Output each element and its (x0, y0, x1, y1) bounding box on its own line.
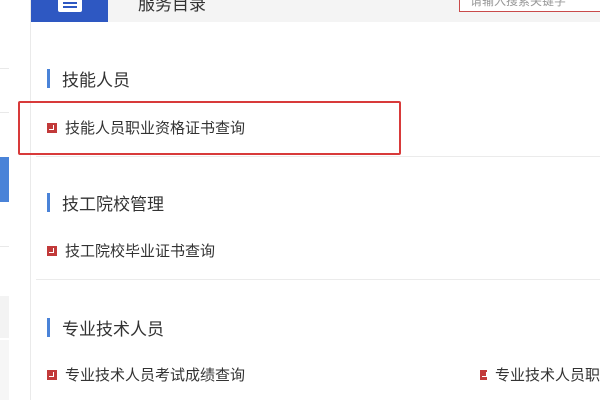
section-header: 技能人员 (47, 66, 130, 91)
arrow-bullet-icon (47, 245, 57, 256)
arrow-bullet-icon (47, 369, 57, 380)
link-skill-certificate-query[interactable]: 技能人员职业资格证书查询 (47, 117, 245, 138)
arrow-bullet-icon (480, 369, 487, 380)
link-professional-title-query[interactable]: 专业技术人员职 (480, 364, 600, 385)
section-title: 专业技术人员 (62, 320, 164, 340)
sidebar-item[interactable] (0, 340, 9, 400)
section-title: 技能人员 (62, 71, 130, 91)
content-divider (30, 0, 31, 400)
link-graduation-certificate-query[interactable]: 技工院校毕业证书查询 (47, 240, 215, 261)
menu-button[interactable] (31, 0, 108, 22)
sidebar-divider (0, 68, 9, 69)
page-title: 服务目录 (138, 0, 206, 15)
link-exam-score-query[interactable]: 专业技术人员考试成绩查询 (47, 364, 245, 385)
sidebar-divider (0, 246, 9, 247)
section-divider (36, 156, 600, 157)
link-label: 专业技术人员职 (494, 366, 600, 384)
section-header: 专业技术人员 (47, 315, 164, 340)
left-sidebar (0, 0, 9, 400)
section-marker (47, 193, 50, 212)
section-divider (36, 279, 600, 280)
header-bar: 服务目录 (31, 0, 600, 22)
link-label: 技工院校毕业证书查询 (65, 242, 216, 260)
section-header: 技工院校管理 (47, 190, 164, 215)
arrow-bullet-icon (47, 122, 57, 133)
link-label: 专业技术人员考试成绩查询 (65, 366, 246, 384)
section-marker (47, 69, 50, 88)
sidebar-divider (0, 112, 9, 113)
hamburger-icon (57, 0, 82, 12)
section-title: 技工院校管理 (62, 195, 164, 215)
section-marker (47, 318, 50, 337)
search-input[interactable] (460, 0, 600, 12)
sidebar-active-item[interactable] (0, 157, 9, 202)
sidebar-item[interactable] (0, 296, 9, 338)
link-label: 技能人员职业资格证书查询 (65, 119, 246, 137)
search-box[interactable] (459, 0, 600, 12)
